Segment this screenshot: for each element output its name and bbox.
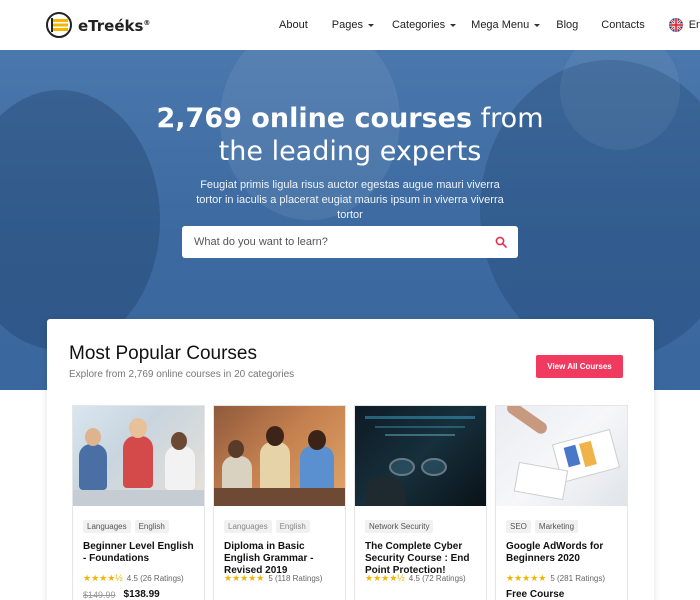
- star-rating-icon: ★★★★½: [365, 573, 405, 583]
- course-card[interactable]: Network Security The Complete Cyber Secu…: [354, 405, 487, 600]
- hero-title-bold: 2,769 online courses: [156, 103, 473, 134]
- hero-subtitle: Feugiat primis ligula risus auctor egest…: [196, 179, 504, 221]
- main-nav: About Pages Categories Mega Menu Blog Co…: [279, 0, 700, 50]
- course-card[interactable]: Languages English Diploma in Basic Engli…: [213, 405, 346, 600]
- logo-icon: [46, 12, 72, 38]
- course-title[interactable]: Diploma in Basic English Grammar - Revis…: [224, 541, 340, 577]
- old-price: $149.99: [83, 589, 116, 600]
- rating-text: 4.5 (72 Ratings): [408, 574, 466, 583]
- rating-text: 4.5 (26 Ratings): [126, 574, 184, 583]
- uk-flag-icon: [668, 18, 683, 32]
- language-label: En: [688, 19, 700, 31]
- site-header: eTreéks® About Pages Categories Mega Men…: [0, 0, 700, 50]
- course-tags: Languages English: [83, 520, 173, 533]
- course-tags: Languages English: [224, 520, 314, 533]
- course-tag[interactable]: Languages: [224, 520, 272, 533]
- course-card[interactable]: SEO Marketing Google AdWords for Beginne…: [495, 405, 628, 600]
- nav-blog[interactable]: Blog: [556, 19, 578, 31]
- course-tag[interactable]: Marketing: [534, 520, 579, 533]
- brand-name: eTreéks®: [78, 17, 151, 35]
- course-image[interactable]: [214, 406, 345, 506]
- brand-logo[interactable]: eTreéks®: [46, 12, 150, 38]
- hero-title: 2,769 online courses from the leading ex…: [0, 102, 700, 168]
- course-card[interactable]: Languages English Beginner Level English…: [72, 405, 205, 600]
- course-title[interactable]: The Complete Cyber Security Course : End…: [365, 541, 481, 577]
- chevron-down-icon: [534, 23, 541, 27]
- nav-categories[interactable]: Categories: [391, 19, 457, 31]
- hero-title-rest: from: [480, 103, 544, 134]
- course-rating: ★★★★★ 5 (281 Ratings): [506, 573, 605, 584]
- course-image[interactable]: [355, 406, 486, 506]
- view-all-courses-button[interactable]: View All Courses: [536, 355, 623, 378]
- nav-contacts[interactable]: Contacts: [601, 19, 644, 31]
- nav-mega-menu[interactable]: Mega Menu: [471, 19, 541, 31]
- section-subtitle: Explore from 2,769 online courses in 20 …: [69, 369, 295, 380]
- search-icon[interactable]: [495, 236, 507, 248]
- star-rating-icon: ★★★★★: [506, 573, 547, 583]
- nav-about[interactable]: About: [279, 19, 308, 31]
- rating-text: 5 (281 Ratings): [550, 574, 606, 583]
- course-tag[interactable]: English: [134, 520, 169, 533]
- nav-about-label: About: [279, 19, 308, 31]
- course-price: $149.99 $138.99: [83, 589, 160, 600]
- rating-text: 5 (118 Ratings): [268, 574, 323, 583]
- course-rating: ★★★★★ 5 (118 Ratings): [224, 573, 322, 584]
- course-tag[interactable]: English: [275, 520, 310, 533]
- course-title[interactable]: Beginner Level English - Foundations: [83, 541, 199, 565]
- course-image[interactable]: [73, 406, 204, 506]
- nav-pages-label: Pages: [331, 19, 363, 31]
- course-tag[interactable]: Languages: [83, 520, 131, 533]
- course-search-input[interactable]: [182, 226, 518, 258]
- course-price: Free Course: [506, 589, 564, 600]
- nav-pages[interactable]: Pages: [332, 19, 374, 31]
- course-title[interactable]: Google AdWords for Beginners 2020: [506, 541, 622, 565]
- chevron-down-icon: [367, 23, 374, 27]
- star-rating-icon: ★★★★½: [83, 573, 123, 583]
- chevron-down-icon: [450, 23, 457, 27]
- course-rating: ★★★★½ 4.5 (72 Ratings): [365, 573, 466, 584]
- star-rating-icon: ★★★★★: [224, 573, 265, 583]
- nav-categories-label: Categories: [391, 19, 446, 31]
- course-rating: ★★★★½ 4.5 (26 Ratings): [83, 573, 184, 584]
- hero-title-line2: the leading experts: [218, 136, 482, 167]
- current-price: $138.99: [123, 589, 160, 600]
- section-title: Most Popular Courses: [69, 343, 257, 364]
- course-tag[interactable]: SEO: [506, 520, 531, 533]
- course-tags: Network Security: [365, 520, 437, 533]
- course-tags: SEO Marketing: [506, 520, 582, 533]
- course-image[interactable]: [496, 406, 627, 506]
- nav-contacts-label: Contacts: [601, 19, 645, 31]
- language-switcher[interactable]: En: [668, 18, 700, 32]
- course-tag[interactable]: Network Security: [365, 520, 434, 533]
- popular-courses-panel: Most Popular Courses Explore from 2,769 …: [47, 319, 654, 600]
- current-price: Free Course: [506, 589, 565, 600]
- nav-blog-label: Blog: [556, 19, 579, 31]
- nav-mega-menu-label: Mega Menu: [471, 19, 530, 31]
